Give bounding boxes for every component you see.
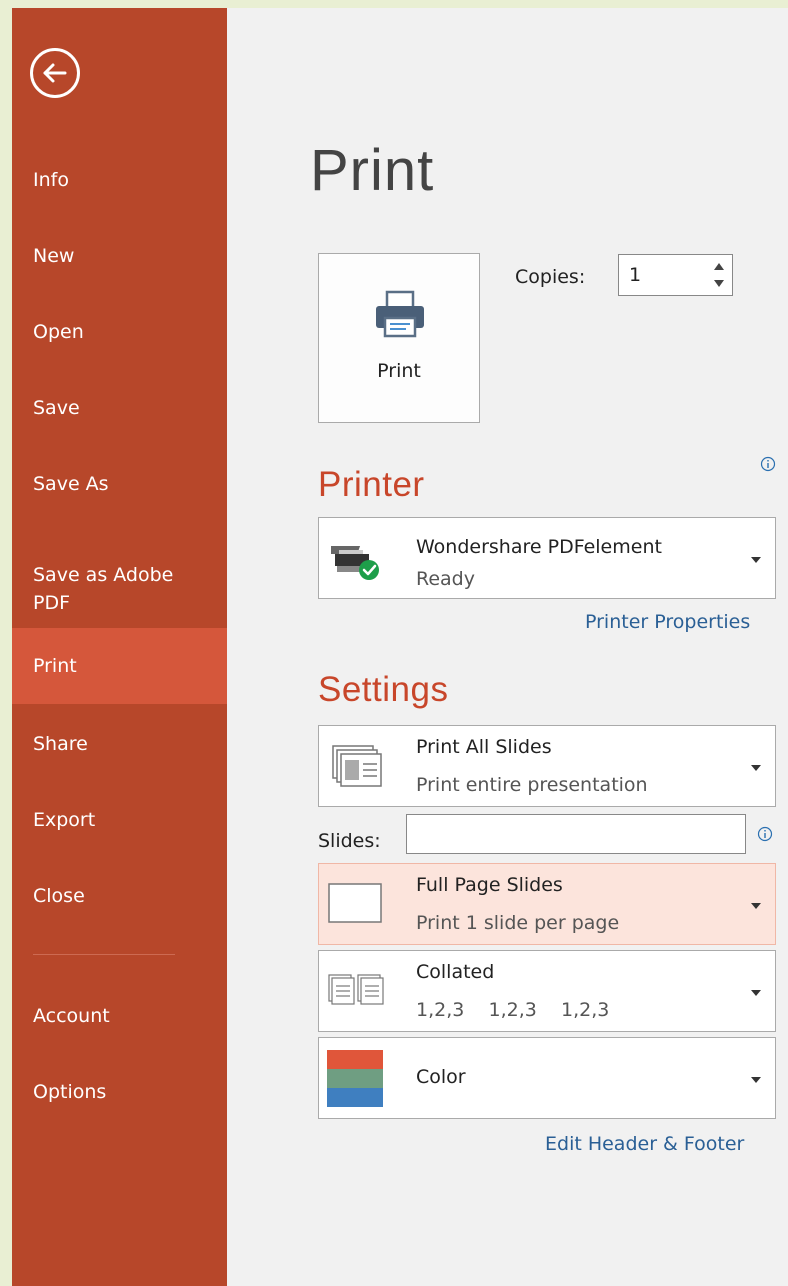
- chevron-down-icon: [751, 1077, 761, 1083]
- page-title: Print: [310, 138, 435, 203]
- copies-stepper[interactable]: [618, 254, 733, 296]
- sidebar-item-label: Export: [33, 809, 96, 831]
- copies-input[interactable]: [619, 255, 704, 295]
- color-mode-icon: [327, 1050, 383, 1107]
- spin-down-icon[interactable]: [710, 275, 728, 293]
- sidebar-item-export[interactable]: Export: [12, 782, 227, 858]
- collation-subtitle: 1,2,3 1,2,3 1,2,3: [416, 999, 610, 1021]
- sidebar-item-options[interactable]: Options: [12, 1054, 227, 1130]
- collation-title: Collated: [416, 961, 495, 983]
- collated-icon: [328, 974, 384, 1005]
- back-button[interactable]: [30, 48, 80, 98]
- sidebar-item-print[interactable]: Print: [12, 628, 227, 704]
- color-title: Color: [416, 1066, 466, 1088]
- printer-properties-link[interactable]: Printer Properties: [585, 611, 750, 633]
- print-panel: Print Print Copies: Printer: [227, 8, 788, 1286]
- info-icon[interactable]: [757, 826, 773, 842]
- sidebar-item-label: Print: [33, 655, 77, 677]
- slide-range-subtitle: Print entire presentation: [416, 774, 648, 796]
- sidebar-item-label: Info: [33, 169, 69, 191]
- printer-section-title: Printer: [318, 465, 425, 504]
- sidebar-item-label: Save: [33, 397, 80, 419]
- chevron-down-icon: [751, 557, 761, 563]
- settings-section-title: Settings: [318, 670, 449, 709]
- backstage-sidebar: Info New Open Save Save As Save as Adobe…: [12, 8, 227, 1286]
- sidebar-item-account[interactable]: Account: [12, 978, 227, 1054]
- print-button[interactable]: Print: [318, 253, 480, 423]
- chevron-down-icon: [751, 990, 761, 996]
- layout-dropdown[interactable]: Full Page Slides Print 1 slide per page: [318, 863, 776, 945]
- slides-label: Slides:: [318, 830, 381, 852]
- printer-name: Wondershare PDFelement: [416, 536, 662, 558]
- sidebar-item-label: Account: [33, 1005, 110, 1027]
- printer-dropdown[interactable]: Wondershare PDFelement Ready: [318, 517, 776, 599]
- chevron-down-icon: [751, 765, 761, 771]
- print-button-label: Print: [377, 360, 421, 382]
- sidebar-item-close[interactable]: Close: [12, 858, 227, 934]
- slide-range-title: Print All Slides: [416, 736, 552, 758]
- slides-input[interactable]: [406, 814, 746, 854]
- sidebar-item-label: Save As: [33, 473, 109, 495]
- info-icon[interactable]: [760, 456, 776, 472]
- edit-header-footer-link[interactable]: Edit Header & Footer: [545, 1133, 744, 1155]
- sidebar-item-save[interactable]: Save: [12, 370, 227, 446]
- color-dropdown[interactable]: Color: [318, 1037, 776, 1119]
- printer-status: Ready: [416, 568, 475, 590]
- sidebar-item-info[interactable]: Info: [12, 142, 227, 218]
- sidebar-item-save-as-adobe-pdf[interactable]: Save as Adobe PDF: [12, 548, 192, 630]
- printer-ready-icon: [331, 546, 379, 580]
- sidebar-item-save-as[interactable]: Save As: [12, 446, 227, 522]
- printer-icon: [376, 290, 424, 338]
- sidebar-item-label: Share: [33, 733, 88, 755]
- arrow-left-icon: [43, 63, 67, 83]
- sidebar-item-share[interactable]: Share: [12, 706, 227, 782]
- sidebar-item-open[interactable]: Open: [12, 294, 227, 370]
- sidebar-item-label: Close: [33, 885, 85, 907]
- sidebar-item-label: Open: [33, 321, 84, 343]
- slide-range-dropdown[interactable]: Print All Slides Print entire presentati…: [318, 725, 776, 807]
- layout-subtitle: Print 1 slide per page: [416, 912, 620, 934]
- sidebar-divider: [33, 954, 175, 955]
- sidebar-item-label: New: [33, 245, 75, 267]
- sidebar-item-label: Options: [33, 1081, 107, 1103]
- sidebar-item-label: Save as Adobe PDF: [33, 564, 174, 614]
- print-all-slides-icon: [332, 745, 382, 787]
- spin-up-icon[interactable]: [710, 257, 728, 275]
- layout-title: Full Page Slides: [416, 874, 563, 896]
- collation-dropdown[interactable]: Collated 1,2,3 1,2,3 1,2,3: [318, 950, 776, 1032]
- copies-label: Copies:: [515, 266, 586, 288]
- sidebar-item-new[interactable]: New: [12, 218, 227, 294]
- chevron-down-icon: [751, 903, 761, 909]
- full-page-slide-icon: [328, 883, 382, 923]
